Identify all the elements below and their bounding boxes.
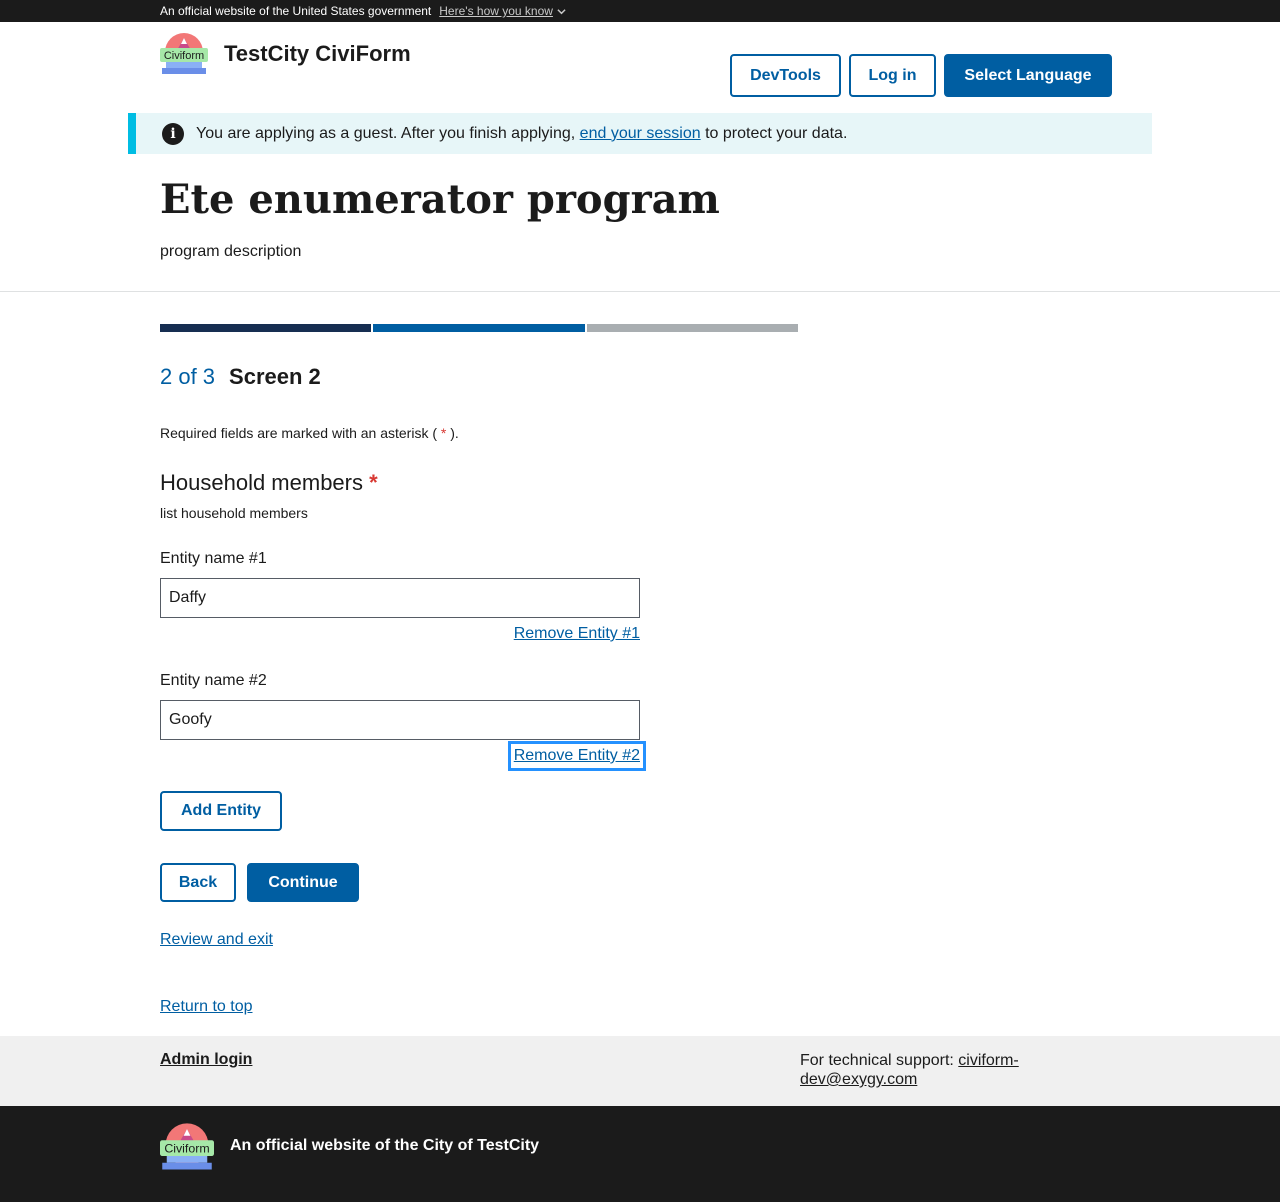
remove-entity-1-link[interactable]: Remove Entity #1 xyxy=(514,625,640,643)
progress-segment-3 xyxy=(586,324,798,332)
footer-support: Admin login For technical support: civif… xyxy=(0,1036,1280,1106)
section-divider xyxy=(0,291,1280,292)
login-button[interactable]: Log in xyxy=(849,54,936,97)
end-session-link[interactable]: end your session xyxy=(580,125,701,142)
progress-bar xyxy=(160,324,798,332)
add-entity-button[interactable]: Add Entity xyxy=(160,791,282,831)
select-language-button[interactable]: Select Language xyxy=(944,54,1112,97)
civiform-footer-logo-icon: Civiform xyxy=(160,1123,214,1170)
gov-banner-link-label: Here's how you know xyxy=(439,4,553,18)
site-title[interactable]: TestCity CiviForm xyxy=(224,40,411,68)
alert-message: You are applying as a guest. After you f… xyxy=(196,125,847,143)
info-icon: i xyxy=(162,122,184,145)
alert-text-after: to protect your data. xyxy=(700,124,848,142)
guest-alert: i You are applying as a guest. After you… xyxy=(128,113,1152,154)
support-info: For technical support: civiform-dev@exyg… xyxy=(800,1051,1040,1089)
screen-title: Screen 2 xyxy=(229,364,321,389)
logo-text: Civiform xyxy=(164,50,204,62)
entity-2-label: Entity name #2 xyxy=(160,672,267,689)
entity-1-label: Entity name #1 xyxy=(160,550,267,567)
gov-banner: An official website of the United States… xyxy=(0,0,1280,22)
devtools-button[interactable]: DevTools xyxy=(730,54,841,97)
entity-2-input[interactable] xyxy=(160,700,640,740)
progress-segment-2 xyxy=(373,324,585,332)
progress-segment-1 xyxy=(160,324,372,332)
step-count: 2 of 3 xyxy=(160,364,216,389)
entity-1-input[interactable] xyxy=(160,578,640,618)
required-note-before: Required fields are marked with an aster… xyxy=(160,425,441,441)
civiform-logo-icon[interactable]: Civiform xyxy=(160,32,208,76)
step-header: 2 of 3 Screen 2 xyxy=(160,364,321,390)
support-text: For technical support: xyxy=(800,1052,959,1069)
chevron-down-icon xyxy=(557,8,566,14)
question-title-text: Household members xyxy=(160,470,363,495)
question-required-asterisk: * xyxy=(369,470,378,495)
question-title: Household members * xyxy=(160,470,378,496)
remove-entity-2-link[interactable]: Remove Entity #2 xyxy=(507,741,647,771)
gov-banner-link[interactable]: Here's how you know xyxy=(439,4,566,18)
required-note-after: ). xyxy=(446,425,459,441)
alert-text-before: You are applying as a guest. After you f… xyxy=(196,124,580,142)
return-to-top-link[interactable]: Return to top xyxy=(160,998,253,1016)
program-description: program description xyxy=(160,243,302,260)
question-help-text: list household members xyxy=(160,505,308,521)
footer-logo-text: Civiform xyxy=(164,1142,209,1156)
program-title: Ete enumerator program xyxy=(160,176,720,223)
official-city-text: An official website of the City of TestC… xyxy=(230,1137,540,1154)
review-and-exit-link[interactable]: Review and exit xyxy=(160,931,273,949)
footer-official: Civiform An official website of the City… xyxy=(0,1106,1280,1202)
required-note: Required fields are marked with an aster… xyxy=(160,425,459,441)
admin-login-link[interactable]: Admin login xyxy=(160,1051,252,1069)
gov-banner-text: An official website of the United States… xyxy=(160,4,432,18)
continue-button[interactable]: Continue xyxy=(247,863,359,902)
back-button[interactable]: Back xyxy=(160,863,236,902)
